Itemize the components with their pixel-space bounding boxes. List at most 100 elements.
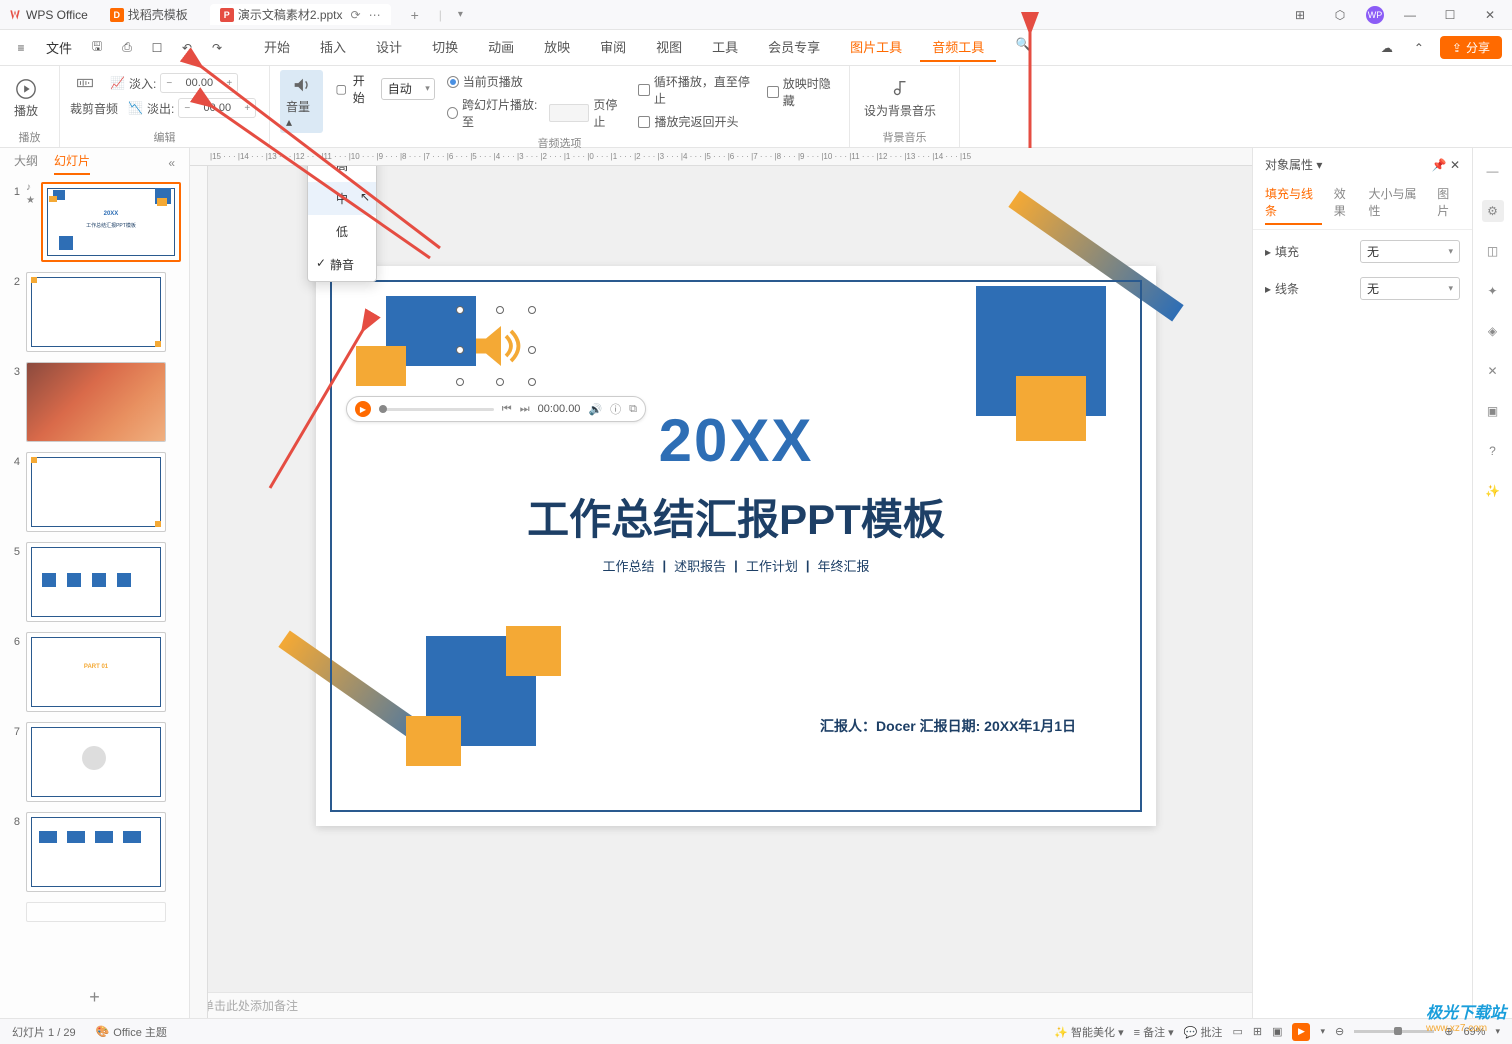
notes-button[interactable]: ≡ 备注 ▾ [1134, 1024, 1174, 1040]
fill-select[interactable]: 无▾ [1360, 240, 1460, 263]
tab-menu-icon[interactable]: ⋯ [369, 8, 381, 22]
audio-vol-icon[interactable]: 🔊 [588, 403, 602, 416]
menu-tab-view[interactable]: 视图 [644, 33, 694, 62]
volume-button[interactable]: 音量 ▴ [280, 70, 323, 133]
slide-thumbnail-1[interactable]: 20XX 工作总结汇报PPT模板 [41, 182, 181, 262]
menu-tab-animation[interactable]: 动画 [476, 33, 526, 62]
slide-thumbnail-3[interactable] [26, 362, 166, 442]
slide-thumbnail-4[interactable] [26, 452, 166, 532]
menu-tab-tools[interactable]: 工具 [700, 33, 750, 62]
cube-icon[interactable]: ⬡ [1326, 8, 1354, 22]
start-combo[interactable]: 自动▾ [381, 78, 435, 100]
volume-option-medium[interactable]: 中↖ [308, 182, 376, 215]
fill-label[interactable]: ▸ 填充 [1265, 243, 1299, 260]
zoom-out-button[interactable]: ⊖ [1335, 1025, 1344, 1038]
slides-tab[interactable]: 幻灯片 [54, 152, 90, 175]
fade-out-spinner[interactable]: −00.00+ [178, 98, 256, 118]
prop-tab-size[interactable]: 大小与属性 [1369, 185, 1426, 225]
close-button[interactable]: ✕ [1476, 8, 1504, 22]
audio-expand-icon[interactable]: ⧉ [629, 403, 637, 416]
radio-cross-slides[interactable]: 跨幻灯片播放: 至页停止 [447, 96, 627, 130]
search-icon[interactable]: 🔍 [1012, 33, 1034, 55]
slide-thumbnail-5[interactable] [26, 542, 166, 622]
bg-music-button[interactable]: 设为背景音乐 [860, 76, 940, 121]
smart-beautify-button[interactable]: ✨ 智能美化 ▾ [1054, 1024, 1123, 1040]
slide-canvas[interactable]: 20XX 工作总结汇报PPT模板 工作总结| 述职报告| 工作计划| 年终汇报 … [316, 266, 1156, 826]
panel-collapse-icon[interactable]: « [168, 156, 175, 170]
play-button[interactable]: 播放 [10, 76, 42, 121]
audio-play-icon[interactable]: ▶ [355, 401, 371, 417]
cross-pages-input[interactable] [549, 104, 589, 122]
slide-thumbnail-8[interactable] [26, 812, 166, 892]
avatar[interactable]: WP [1366, 6, 1384, 24]
menu-tab-audio-tools[interactable]: 音频工具 [920, 33, 996, 62]
sidebar-properties-icon[interactable]: ⚙ [1482, 200, 1504, 222]
menu-tab-slideshow[interactable]: 放映 [532, 33, 582, 62]
sidebar-tools-icon[interactable]: ✕ [1482, 360, 1504, 382]
slide-thumbnail-6[interactable]: PART 01 [26, 632, 166, 712]
view-normal-icon[interactable]: ▭ [1232, 1025, 1242, 1038]
tab-template[interactable]: D 找稻壳模板 [100, 4, 198, 25]
audio-object[interactable] [466, 316, 526, 376]
prop-tab-fill[interactable]: 填充与线条 [1265, 185, 1322, 225]
zoom-slider[interactable] [1354, 1030, 1434, 1033]
maximize-button[interactable]: ☐ [1436, 8, 1464, 22]
volume-option-mute[interactable]: 静音 [308, 248, 376, 281]
view-reading-icon[interactable]: ▣ [1272, 1025, 1282, 1038]
share-button[interactable]: ⇪ 分享 [1440, 36, 1502, 59]
audio-prev-icon[interactable]: ⏮ [502, 403, 512, 416]
grid-icon[interactable]: ⊞ [1286, 8, 1314, 22]
audio-playbar[interactable]: ▶ ⏮ ⏭ 00:00.00 🔊 ⓘ ⧉ [346, 396, 646, 422]
sidebar-collapse-icon[interactable]: — [1482, 160, 1504, 182]
menu-tab-picture-tools[interactable]: 图片工具 [838, 33, 914, 62]
theme-label[interactable]: 🎨 Office 主题 [96, 1024, 167, 1040]
comments-button[interactable]: 💬 批注 [1184, 1024, 1223, 1040]
prop-tab-effects[interactable]: 效果 [1334, 185, 1357, 225]
file-menu[interactable]: 文件 [40, 36, 78, 59]
menu-tab-review[interactable]: 审阅 [588, 33, 638, 62]
view-sorter-icon[interactable]: ⊞ [1253, 1025, 1262, 1038]
save-icon[interactable]: 🖫 [86, 37, 108, 59]
close-panel-icon[interactable]: ✕ [1450, 158, 1460, 172]
prop-tab-picture[interactable]: 图片 [1437, 185, 1460, 225]
pin-icon[interactable]: 📌 [1432, 158, 1447, 172]
tab-dropdown-icon[interactable]: ▾ [454, 9, 467, 20]
check-rewind[interactable]: 播放完返回开头 [638, 113, 755, 130]
tab-document[interactable]: P 演示文稿素材2.pptx ⟳ ⋯ [210, 4, 391, 25]
cloud-icon[interactable]: ☁ [1376, 37, 1398, 59]
volume-option-high[interactable]: 高 [308, 166, 376, 182]
outline-tab[interactable]: 大纲 [14, 152, 38, 175]
redo-icon[interactable]: ↷ [206, 37, 228, 59]
sidebar-shapes-icon[interactable]: ◫ [1482, 240, 1504, 262]
audio-info-icon[interactable]: ⓘ [610, 401, 621, 417]
check-loop[interactable]: 循环播放，直至停止 [638, 73, 755, 107]
check-hide[interactable]: 放映时隐藏 [767, 75, 839, 109]
undo-icon[interactable]: ↶ [176, 37, 198, 59]
new-tab-button[interactable]: + [403, 7, 427, 23]
sidebar-animation-icon[interactable]: ✦ [1482, 280, 1504, 302]
menu-tab-design[interactable]: 设计 [364, 33, 414, 62]
slide-thumbnail-2[interactable] [26, 272, 166, 352]
add-slide-button[interactable]: + [0, 977, 189, 1018]
menu-tab-transition[interactable]: 切换 [420, 33, 470, 62]
print-icon[interactable]: ⎙ [116, 37, 138, 59]
crop-audio-button[interactable] [70, 70, 100, 96]
sidebar-preview-icon[interactable]: ▣ [1482, 400, 1504, 422]
slide-thumbnail-more[interactable] [26, 902, 166, 922]
slideshow-dropdown[interactable]: ▾ [1320, 1026, 1325, 1037]
line-label[interactable]: ▸ 线条 [1265, 280, 1299, 297]
menu-tab-insert[interactable]: 插入 [308, 33, 358, 62]
collapse-ribbon-icon[interactable]: ⌃ [1408, 37, 1430, 59]
slide-thumbnail-7[interactable] [26, 722, 166, 802]
audio-track[interactable] [379, 408, 494, 411]
sidebar-templates-icon[interactable]: ◈ [1482, 320, 1504, 342]
fade-in-spinner[interactable]: −00.00+ [160, 73, 238, 93]
slideshow-button[interactable]: ▶ [1292, 1023, 1310, 1041]
notes-bar[interactable]: 单击此处添加备注 [190, 992, 1252, 1018]
radio-current-page[interactable]: 当前页播放 [447, 73, 627, 90]
minimize-button[interactable]: — [1396, 8, 1424, 22]
sidebar-help-icon[interactable]: ? [1482, 440, 1504, 462]
volume-option-low[interactable]: 低 [308, 215, 376, 248]
line-select[interactable]: 无▾ [1360, 277, 1460, 300]
menu-tab-member[interactable]: 会员专享 [756, 33, 832, 62]
